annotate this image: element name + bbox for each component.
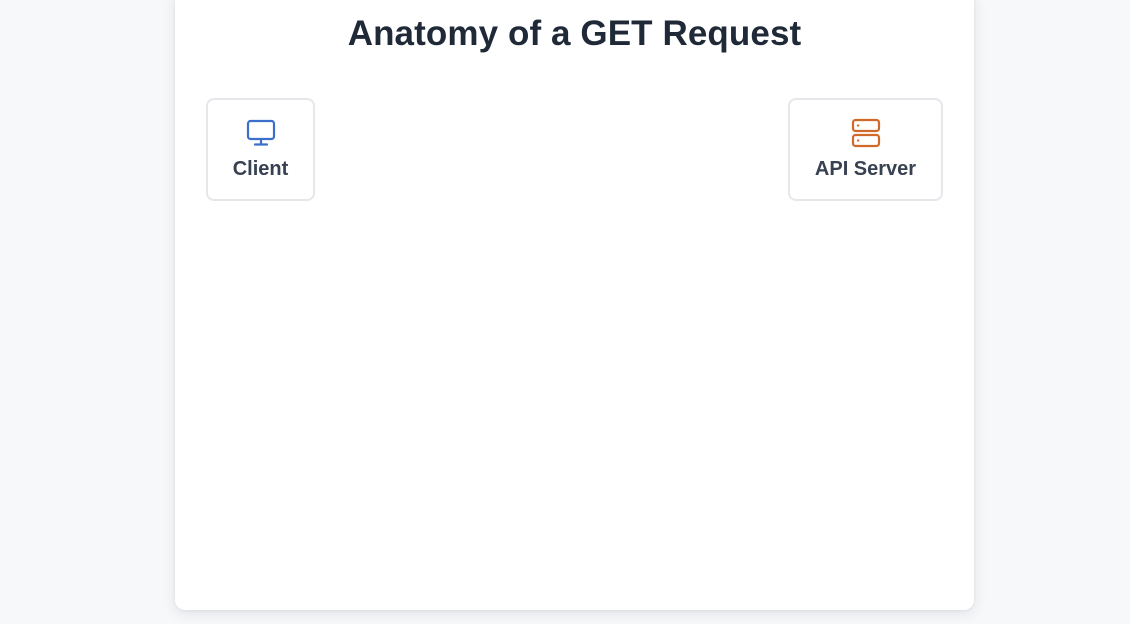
api-server-node: API Server xyxy=(788,98,943,201)
diagram-card: Anatomy of a GET Request Client API Serv… xyxy=(175,0,974,610)
client-label: Client xyxy=(232,158,289,180)
server-icon xyxy=(851,118,880,148)
client-node: Client xyxy=(206,98,315,201)
diagram-title: Anatomy of a GET Request xyxy=(347,14,802,53)
api-server-label: API Server xyxy=(814,158,917,180)
monitor-icon xyxy=(246,119,275,146)
